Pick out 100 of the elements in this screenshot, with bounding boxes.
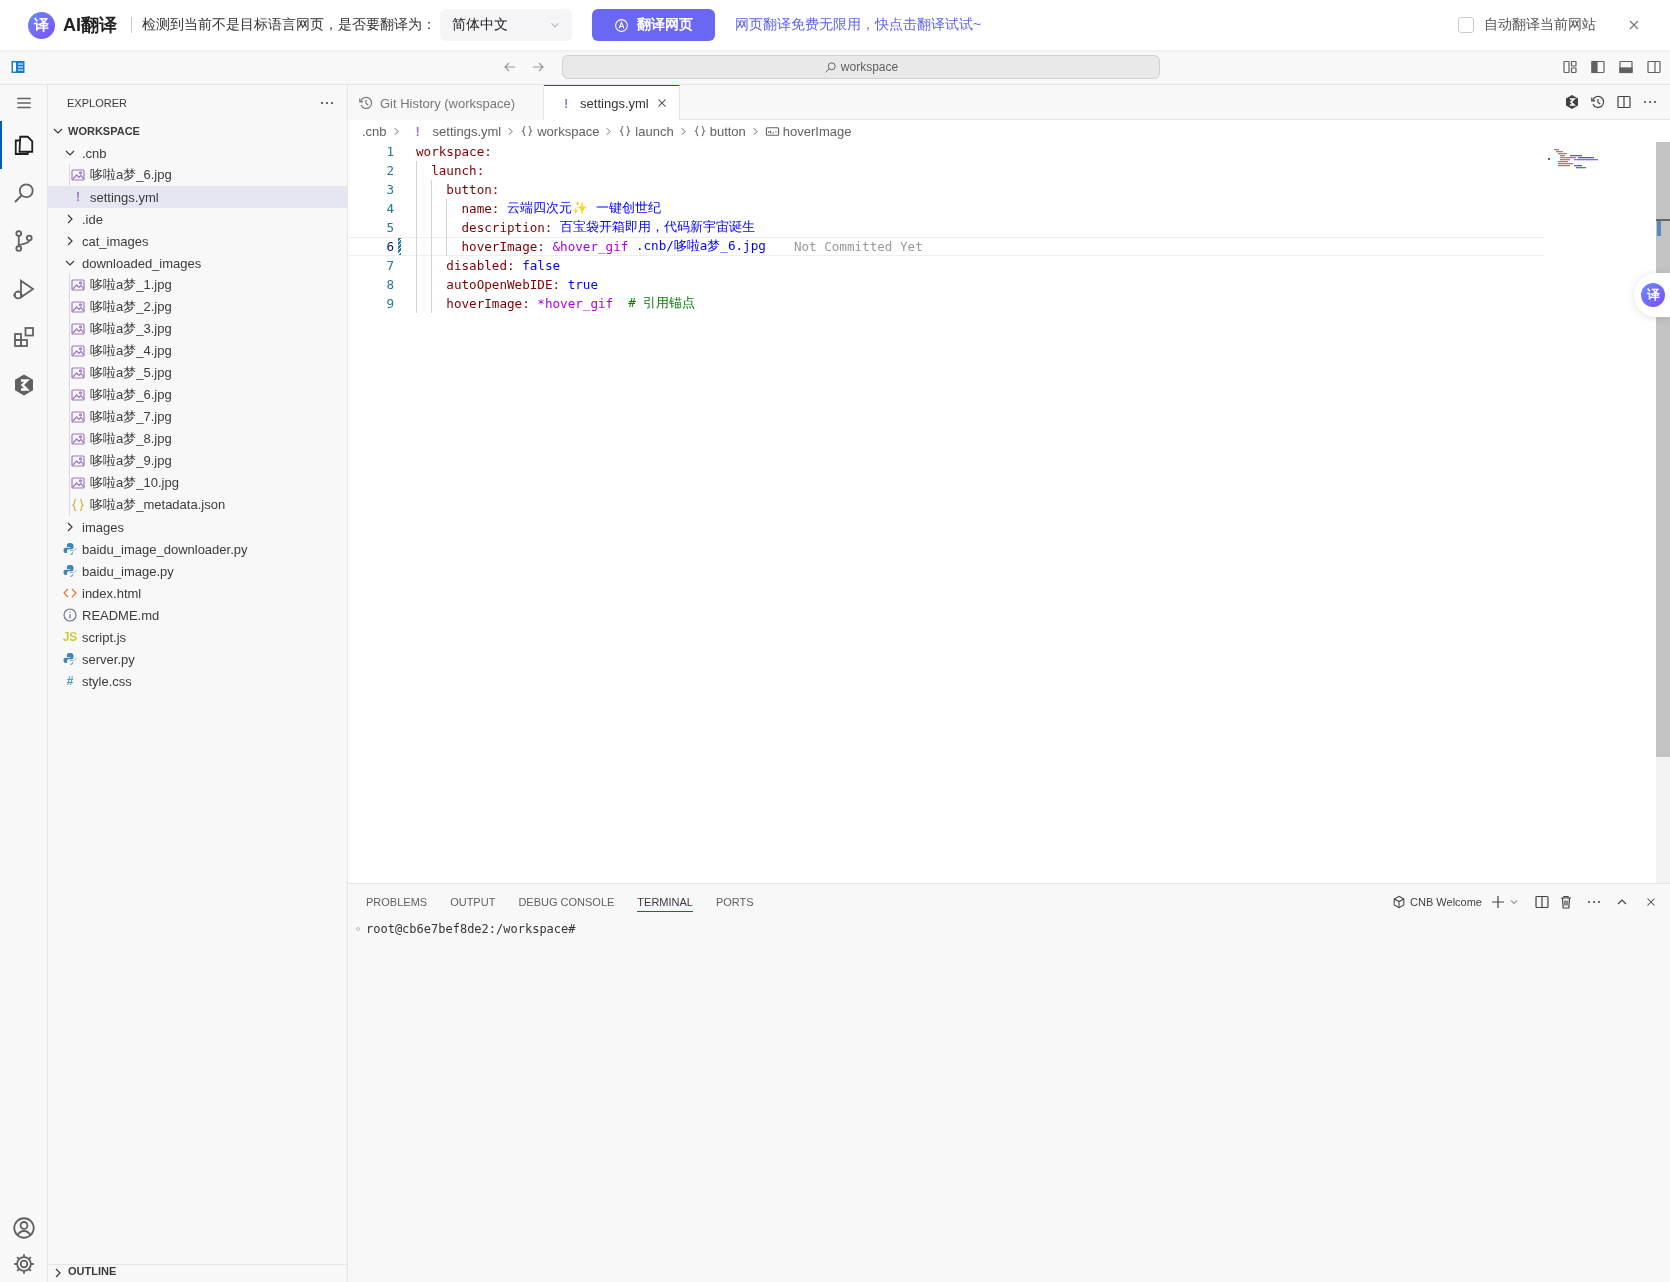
tree-item[interactable]: 哆啦a梦_8.jpg <box>48 428 347 450</box>
breadcrumb-item[interactable]: launch <box>618 123 674 139</box>
code-token: workspace: <box>416 144 492 159</box>
panel-tab[interactable]: DEBUG CONSOLE <box>518 892 615 912</box>
tree-item[interactable]: .cnb <box>48 142 347 164</box>
tree-item[interactable]: 哆啦a梦_metadata.json <box>48 494 347 516</box>
breadcrumb-item[interactable]: button <box>692 123 746 139</box>
tree-item[interactable]: 哆啦a梦_3.jpg <box>48 318 347 340</box>
breadcrumb-item[interactable]: .cnb <box>362 123 387 139</box>
braces-icon <box>618 124 633 138</box>
panel-tab[interactable]: TERMINAL <box>637 892 693 912</box>
tree-item[interactable]: README.md <box>48 604 347 626</box>
tree-item[interactable]: server.py <box>48 648 347 670</box>
code-token: hoverImage: <box>446 296 531 311</box>
tree-item[interactable]: 哆啦a梦_10.jpg <box>48 472 347 494</box>
tree-item[interactable]: baidu_image.py <box>48 560 347 582</box>
breadcrumb-item[interactable]: ! settings.yml <box>405 123 502 139</box>
image-icon <box>70 409 86 425</box>
tree-item[interactable]: baidu_image_downloader.py <box>48 538 347 560</box>
tree-item[interactable]: 哆啦a梦_4.jpg <box>48 340 347 362</box>
line-number: 5 <box>385 220 394 235</box>
toggle-panel-icon[interactable] <box>1618 59 1634 75</box>
tree-item[interactable]: # style.css <box>48 670 347 692</box>
terminal-line: root@cb6e7bef8de2:/workspace# <box>366 921 576 936</box>
file-type-icon <box>62 541 78 557</box>
info-icon <box>62 607 78 623</box>
app-name: AI翻译 <box>63 14 117 37</box>
image-icon <box>70 475 86 491</box>
code-token: 百宝袋开箱即用，代码新宇宙诞生 <box>560 219 756 236</box>
exclamation-icon: ! <box>70 190 86 204</box>
breadcrumb-item[interactable]: hoverImage <box>764 123 852 139</box>
tree-item[interactable]: 哆啦a梦_5.jpg <box>48 362 347 384</box>
translate-prompt: 检测到当前不是目标语言网页，是否要翻译为： <box>142 16 436 34</box>
editor-tab[interactable]: Git History (workspace) <box>348 85 545 120</box>
outline-header[interactable]: OUTLINE <box>48 1264 347 1282</box>
code-token: false <box>522 258 561 273</box>
sidebar-icon[interactable] <box>10 59 26 75</box>
code-token: .cnb/哆啦a梦_6.jpg <box>634 238 766 255</box>
language-select[interactable]: 简体中文 <box>440 9 572 41</box>
terminal-name[interactable]: CNB Welcome <box>1392 895 1482 909</box>
code-token: hoverImage: <box>461 239 546 254</box>
tree-item[interactable]: ! settings.yml <box>48 186 347 208</box>
hexagon-logo-icon[interactable] <box>1564 94 1580 110</box>
checkbox[interactable] <box>1458 17 1474 33</box>
command-center[interactable]: workspace <box>562 55 1160 79</box>
plus-icon[interactable] <box>1490 894 1506 910</box>
trash-icon[interactable] <box>1558 894 1574 910</box>
hash-icon: # <box>62 674 78 688</box>
code-token: description: <box>461 220 554 235</box>
braces-icon <box>520 124 535 138</box>
toggle-secondary-sidebar-icon[interactable] <box>1646 59 1662 75</box>
editor-tab[interactable]: ! settings.yml <box>544 85 680 120</box>
search-icon <box>823 60 837 74</box>
code-token: *hover_gif <box>537 296 614 311</box>
app-logo: 译 <box>28 11 55 39</box>
tree-item[interactable]: images <box>48 516 347 538</box>
js-icon: JS <box>62 630 78 644</box>
blame-annotation: Not Committed Yet <box>793 239 923 254</box>
tree-item[interactable]: 哆啦a梦_9.jpg <box>48 450 347 472</box>
promo-link[interactable]: 网页翻译免费无限用，快点击翻译试试~ <box>735 16 982 34</box>
translate-page-button[interactable]: 翻译网页 <box>592 9 715 41</box>
code-token: launch: <box>431 163 485 178</box>
code-token: # 引用锚点 <box>628 295 696 312</box>
account-icon[interactable] <box>11 1216 36 1240</box>
toggle-sidebar-icon[interactable] <box>1590 59 1606 75</box>
checkbox-label: 自动翻译当前网站 <box>1484 16 1596 34</box>
section-header[interactable]: WORKSPACE <box>48 120 347 142</box>
auto-translate-checkbox[interactable]: 自动翻译当前网站 <box>1458 16 1596 34</box>
history-icon[interactable] <box>1590 94 1606 110</box>
tree-item[interactable]: 哆啦a梦_7.jpg <box>48 406 347 428</box>
panel-tab[interactable]: PROBLEMS <box>366 892 428 912</box>
image-icon <box>70 277 86 293</box>
code-token: disabled: <box>446 258 516 273</box>
tree-item[interactable]: 哆啦a梦_6.jpg <box>48 164 347 186</box>
translate-float-button[interactable]: 译 <box>1641 283 1665 307</box>
tree-item[interactable]: 哆啦a梦_6.jpg <box>48 384 347 406</box>
panel-tab[interactable]: PORTS <box>715 892 754 912</box>
image-icon <box>70 453 86 469</box>
exclamation-icon: ! <box>409 123 426 139</box>
customize-layout-icon[interactable] <box>1562 59 1578 75</box>
breadcrumb-item[interactable]: workspace <box>520 123 600 139</box>
status-dot-icon <box>354 924 362 933</box>
extensions-icon[interactable] <box>11 325 36 349</box>
file-type-icon <box>62 563 78 579</box>
tree-item[interactable]: JS script.js <box>48 626 347 648</box>
panel-tab[interactable]: OUTPUT <box>450 892 496 912</box>
tree-item[interactable]: 哆啦a梦_2.jpg <box>48 296 347 318</box>
braces-icon <box>692 124 707 138</box>
tree-item[interactable]: 哆啦a梦_1.jpg <box>48 274 347 296</box>
image-icon <box>70 321 86 337</box>
split-terminal-icon[interactable] <box>1534 894 1550 910</box>
tree-item[interactable]: .ide <box>48 208 347 230</box>
settings-icon[interactable] <box>11 1252 36 1276</box>
tree-item[interactable]: downloaded_images <box>48 252 347 274</box>
image-icon <box>70 167 86 183</box>
split-editor-icon[interactable] <box>1616 94 1632 110</box>
run-debug-icon[interactable] <box>11 277 36 301</box>
tree-item[interactable]: index.html <box>48 582 347 604</box>
tree-item[interactable]: cat_images <box>48 230 347 252</box>
explorer-title: EXPLORER <box>67 96 127 109</box>
